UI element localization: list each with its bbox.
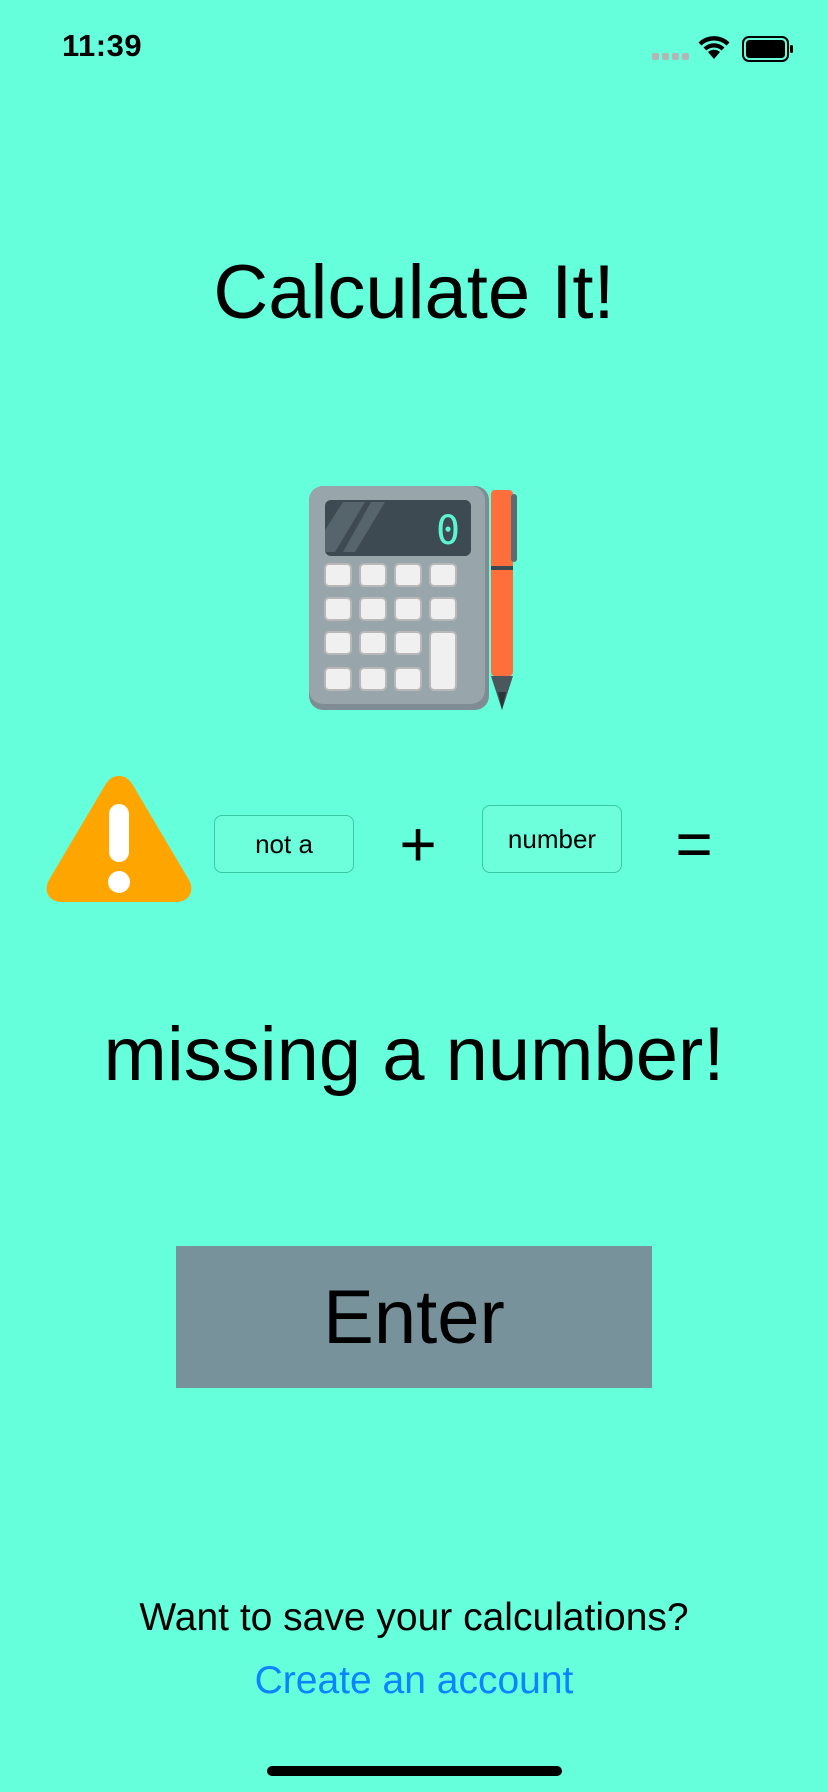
result-text: missing a number! (103, 1012, 725, 1097)
second-number-field[interactable]: number (482, 805, 622, 873)
warning-icon (46, 776, 192, 902)
first-number-field[interactable]: not a (214, 815, 354, 873)
status-time: 11:39 (62, 28, 143, 63)
operator-label: + (399, 808, 437, 880)
cellular-signal-icon (652, 53, 689, 60)
create-account-link[interactable]: Create an account (0, 1657, 828, 1705)
calculator-display-value: 0 (436, 508, 460, 554)
calculator-pen-icon: 0 (309, 486, 517, 710)
battery-full-icon (742, 36, 793, 62)
save-prompt-text: Want to save your calculations? (139, 1596, 689, 1639)
home-indicator[interactable] (267, 1766, 562, 1776)
wifi-icon (698, 36, 730, 59)
equals-sign: = (675, 808, 713, 880)
enter-button[interactable]: Enter (176, 1246, 652, 1388)
page-title: Calculate It! (213, 250, 615, 335)
